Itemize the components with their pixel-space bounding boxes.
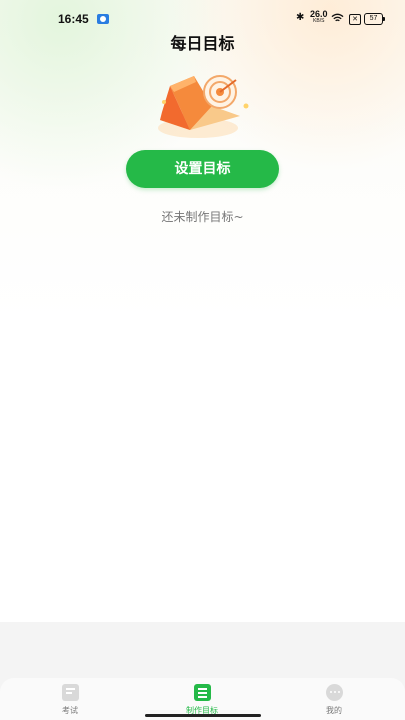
app-screen: 16:45 ✱ 26.0 KB/S ✕ 57 每日目标 设置目标 还未制作目标~ — [0, 0, 405, 720]
page-title: 每日目标 — [170, 34, 235, 53]
bluetooth-icon: ✱ — [296, 12, 305, 23]
goal-list-icon — [193, 684, 211, 701]
sim-x-icon: ✕ — [349, 14, 361, 25]
network-speed-unit: KB/S — [313, 18, 325, 24]
tab-mine-label: 我的 — [326, 706, 342, 715]
empty-state-text: 还未制作目标~ — [161, 210, 244, 224]
profile-chat-icon — [325, 684, 343, 701]
tab-exam-label: 考试 — [62, 706, 78, 715]
tab-exam[interactable]: 考试 — [30, 684, 110, 716]
battery-icon: 57 — [364, 13, 385, 25]
network-speed: 26.0 KB/S — [310, 9, 328, 25]
target-book-illustration — [158, 75, 249, 138]
notification-icon — [97, 14, 109, 24]
tab-make-goal[interactable]: 制作目标 — [162, 684, 242, 716]
status-time: 16:45 — [58, 12, 89, 26]
tab-mine[interactable]: 我的 — [294, 684, 374, 716]
exam-icon — [61, 684, 79, 701]
home-indicator[interactable] — [145, 714, 261, 717]
set-goal-button[interactable]: 设置目标 — [126, 150, 279, 188]
network-speed-value: 26.0 — [310, 9, 328, 19]
wifi-icon — [331, 13, 344, 22]
